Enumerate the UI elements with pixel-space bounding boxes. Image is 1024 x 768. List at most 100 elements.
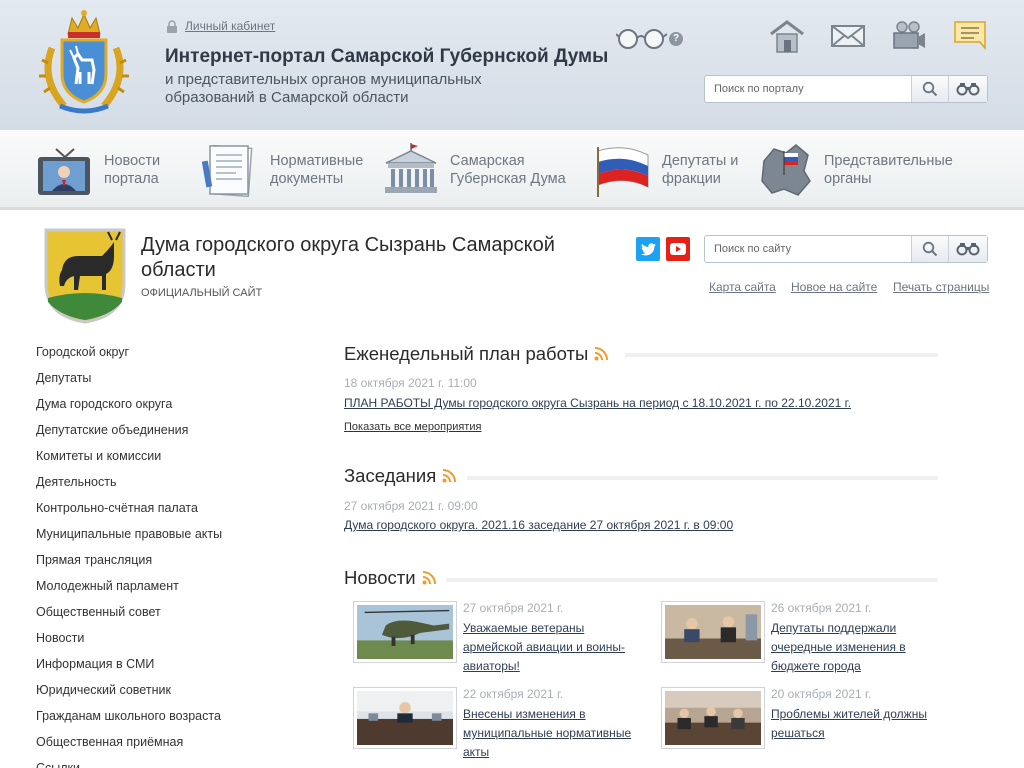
news-item: 27 октября 2021 г. Уважаемые ветераны ар… [353, 601, 643, 685]
site-search-button[interactable] [911, 236, 948, 262]
sidebar-item[interactable]: Комитеты и комиссии [36, 444, 296, 470]
nav-item-label: Самарская Губернская Дума [450, 153, 566, 187]
news-title-link[interactable]: Уважаемые ветераны армейской авиации и в… [463, 619, 643, 676]
nav-item-label: Новости портала [104, 153, 161, 187]
presidium-photo-icon [357, 691, 453, 745]
portal-subtitle: и представительных органов муниципальных… [165, 71, 482, 106]
personal-cabinet-link[interactable]: Личный кабинет [166, 19, 275, 33]
weekly-plan-date: 18 октября 2021 г. 11:00 [344, 376, 477, 390]
sidebar-item[interactable]: Прямая трансляция [36, 548, 296, 574]
news-item: 22 октября 2021 г. Внесены изменения в м… [353, 687, 643, 768]
sidebar-item[interactable]: Юридический советник [36, 678, 296, 704]
sidebar-item[interactable]: Контрольно-счётная палата [36, 496, 296, 522]
mail-icon[interactable] [830, 18, 866, 54]
sidebar-item[interactable]: Дума городского округа [36, 392, 296, 418]
personal-cabinet-label: Личный кабинет [185, 19, 276, 33]
site-title: Дума городского округа Сызрань Самарской… [141, 234, 555, 281]
nav-item-representative-bodies[interactable]: Представительные органы [756, 140, 964, 200]
news-title-link[interactable]: Внесены изменения в муниципальные нормат… [463, 705, 643, 762]
session-date: 27 октября 2021 г. 09:00 [344, 499, 478, 513]
sessions-title: Заседания [344, 465, 437, 486]
lock-icon [166, 19, 178, 33]
twitter-button[interactable] [636, 237, 660, 261]
nav-item-label: Нормативные документы [270, 153, 364, 187]
site-search-input[interactable] [705, 236, 911, 262]
portal-search-input[interactable] [705, 76, 911, 102]
site-map-link[interactable]: Карта сайта [709, 280, 776, 294]
site-subtitle: ОФИЦИАЛЬНЫЙ САЙТ [141, 287, 263, 299]
video-camera-icon[interactable] [890, 18, 926, 54]
sidebar-item[interactable]: Общественная приёмная [36, 730, 296, 756]
news-thumbnail[interactable] [661, 687, 765, 749]
discussion-photo-icon [665, 691, 761, 745]
samara-coat-of-arms-icon[interactable] [34, 8, 134, 114]
accessibility-glasses-icon[interactable] [616, 28, 668, 50]
portal-header: Личный кабинет Интернет-портал Самарской… [0, 0, 1024, 130]
sidebar-item[interactable]: Муниципальные правовые акты [36, 522, 296, 548]
main-navigation: Новости портала Нормативные документы Са… [0, 130, 1024, 210]
portal-search [704, 75, 988, 103]
nav-item-samara-duma[interactable]: Самарская Губернская Дума [382, 140, 570, 200]
flag-icon [597, 147, 649, 197]
section-divider [446, 578, 938, 582]
news-title-link[interactable]: Депутаты поддержали очередные изменения … [771, 619, 951, 676]
rss-icon[interactable] [594, 347, 609, 361]
portal-advanced-search-button[interactable] [948, 76, 987, 102]
news-thumbnail[interactable] [353, 601, 457, 663]
section-divider [625, 353, 938, 357]
government-building-icon [385, 143, 437, 193]
twitter-icon [640, 242, 656, 255]
news-title-link[interactable]: Проблемы жителей должны решаться [771, 705, 951, 743]
region-map-icon [761, 144, 811, 196]
sidebar-item[interactable]: Общественный совет [36, 600, 296, 626]
nav-item-label: Представительные органы [824, 153, 953, 187]
menu-list-icon[interactable] [952, 18, 988, 54]
news-date: 26 октября 2021 г. [771, 601, 872, 615]
nav-item-normative-documents[interactable]: Нормативные документы [202, 140, 370, 200]
binoculars-icon [956, 83, 980, 96]
sidebar-item[interactable]: Депутаты [36, 366, 296, 392]
sidebar-item[interactable]: Ссылки [36, 756, 296, 768]
nav-item-label: Депутаты и фракции [662, 153, 739, 187]
sidebar-item[interactable]: Новости [36, 626, 296, 652]
news-title: Новости [344, 567, 416, 588]
document-icon [202, 144, 253, 198]
site-advanced-search-button[interactable] [948, 236, 987, 262]
whats-new-link[interactable]: Новое на сайте [791, 280, 877, 294]
search-icon [922, 241, 938, 257]
sidebar-item[interactable]: Молодежный парламент [36, 574, 296, 600]
sidebar-item[interactable]: Информация в СМИ [36, 652, 296, 678]
news-thumbnail[interactable] [661, 601, 765, 663]
search-icon [922, 81, 938, 97]
syzran-coat-of-arms-icon[interactable] [44, 226, 126, 324]
sidebar-item[interactable]: Гражданам школьного возраста [36, 704, 296, 730]
helicopter-photo-icon [357, 605, 453, 659]
youtube-button[interactable] [666, 237, 690, 261]
nav-item-deputies-factions[interactable]: Депутаты и фракции [594, 140, 742, 200]
home-icon[interactable] [769, 18, 805, 54]
show-all-events-link[interactable]: Показать все мероприятия [344, 421, 481, 433]
session-link[interactable]: Дума городского округа. 2021.16 заседани… [344, 518, 733, 532]
news-item: 26 октября 2021 г. Депутаты поддержали о… [661, 601, 951, 685]
nav-item-portal-news[interactable]: Новости портала [36, 140, 174, 200]
rss-icon[interactable] [442, 469, 457, 483]
weekly-plan-title: Еженедельный план работы [344, 343, 589, 364]
news-thumbnail[interactable] [353, 687, 457, 749]
sidebar-item[interactable]: Депутатские объединения [36, 418, 296, 444]
youtube-icon [670, 243, 686, 255]
sidebar-menu: Городской округ Депутаты Дума городского… [36, 340, 296, 768]
meeting-photo-icon [665, 605, 761, 659]
sidebar-item[interactable]: Деятельность [36, 470, 296, 496]
news-date: 20 октября 2021 г. [771, 687, 872, 701]
portal-title[interactable]: Интернет-портал Самарской Губернской Дум… [165, 46, 608, 68]
portal-search-button[interactable] [911, 76, 948, 102]
weekly-plan-heading: Еженедельный план работы [344, 343, 609, 365]
news-heading: Новости [344, 567, 436, 589]
rss-icon[interactable] [422, 571, 436, 585]
site-search [704, 235, 988, 263]
weekly-plan-link[interactable]: ПЛАН РАБОТЫ Думы городского округа Сызра… [344, 396, 851, 410]
help-icon[interactable]: ? [669, 32, 683, 46]
sidebar-item[interactable]: Городской округ [36, 340, 296, 366]
news-item: 20 октября 2021 г. Проблемы жителей долж… [661, 687, 951, 768]
print-page-link[interactable]: Печать страницы [893, 280, 989, 294]
